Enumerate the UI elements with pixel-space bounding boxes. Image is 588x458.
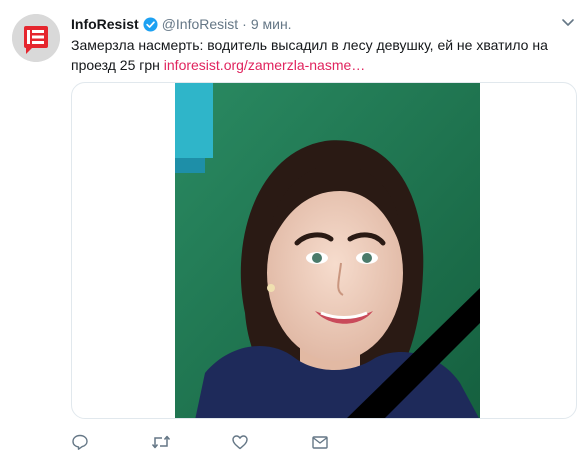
photo-image bbox=[175, 83, 480, 418]
reply-button[interactable] bbox=[71, 430, 151, 454]
inforesist-logo bbox=[12, 14, 60, 62]
reply-icon bbox=[72, 434, 88, 450]
tweet-text: Замерзла насмерть: водитель высадил в ле… bbox=[71, 35, 576, 75]
avatar[interactable] bbox=[12, 14, 60, 62]
envelope-icon bbox=[312, 436, 328, 449]
heart-icon bbox=[232, 435, 248, 450]
author-handle[interactable]: @InfoResist bbox=[162, 16, 238, 32]
dm-button[interactable] bbox=[311, 430, 391, 454]
like-button[interactable] bbox=[231, 430, 311, 454]
tweet-link[interactable]: inforesist.org/zamerzla-nasme… bbox=[164, 57, 366, 73]
separator-dot: · bbox=[242, 16, 247, 32]
tweet[interactable]: InfoResist @InfoResist · 9 мин. Замерзла… bbox=[0, 0, 588, 458]
action-bar bbox=[71, 430, 391, 454]
verified-badge-icon bbox=[143, 16, 158, 32]
media-container[interactable] bbox=[71, 82, 577, 419]
author-name[interactable]: InfoResist bbox=[71, 16, 139, 32]
chevron-down-icon[interactable] bbox=[560, 14, 576, 30]
retweet-icon bbox=[151, 435, 171, 449]
retweet-button[interactable] bbox=[151, 430, 231, 454]
tweet-header: InfoResist @InfoResist · 9 мин. bbox=[71, 14, 292, 34]
tweet-photo[interactable] bbox=[175, 83, 480, 418]
timestamp[interactable]: 9 мин. bbox=[251, 16, 292, 32]
